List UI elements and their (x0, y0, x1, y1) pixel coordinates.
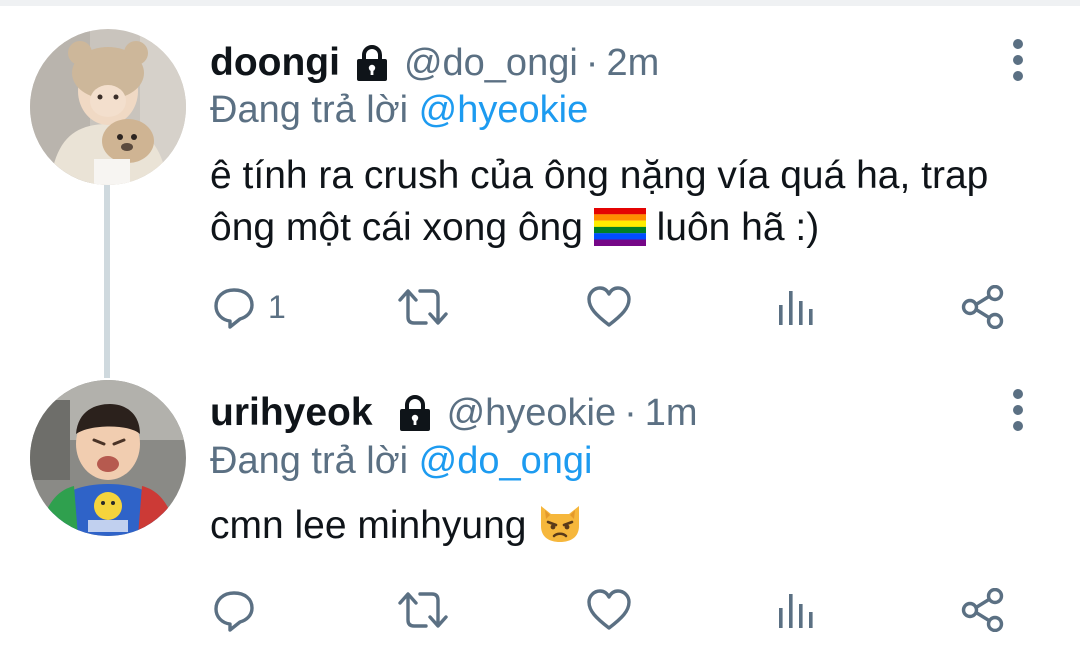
analytics-icon (776, 588, 816, 632)
replying-to: Đang trả lời @do_ongi (210, 440, 593, 483)
heart-icon (586, 588, 632, 632)
reply-bubble-icon (212, 285, 256, 329)
tweet-meta: @do_ongi · 2m (404, 42, 659, 85)
tweet-header: urihyeok @hyeokie · 1m (210, 383, 698, 443)
share-button[interactable] (960, 580, 1006, 640)
avatar[interactable] (30, 29, 186, 185)
replying-to-mention[interactable]: @hyeokie (419, 89, 589, 131)
more-vertical-icon[interactable] (1000, 38, 1036, 82)
replying-to-mention[interactable]: @do_ongi (419, 440, 593, 482)
tweet-thread: doongi @do_ongi · 2m Đang trả lời @hyeok… (0, 0, 1080, 651)
pouting-cat-face-icon (537, 500, 583, 558)
display-name[interactable]: doongi (210, 41, 340, 85)
display-name[interactable]: urihyeok (210, 391, 373, 435)
like-button[interactable] (586, 277, 632, 337)
share-button[interactable] (960, 277, 1006, 337)
separator: · (585, 41, 599, 84)
analytics-icon (776, 285, 816, 329)
tweet-text: ê tính ra crush của ông nặng vía quá ha,… (210, 150, 988, 260)
replying-to-label: Đang trả lời (210, 89, 409, 131)
replying-to-label: Đang trả lời (210, 440, 409, 482)
separator: · (624, 391, 637, 434)
tweet-text-line: ông một cái xong ông luôn hã :) (210, 202, 988, 260)
tweet-text: cmn lee minhyung (210, 500, 583, 558)
retweet-icon (398, 588, 448, 632)
reply-count: 1 (268, 288, 286, 325)
retweet-icon (398, 285, 448, 329)
reply-button[interactable]: 1 (212, 277, 286, 337)
tweet-text-line: cmn lee minhyung (210, 504, 527, 547)
analytics-button[interactable] (776, 580, 816, 640)
analytics-button[interactable] (776, 277, 816, 337)
retweet-button[interactable] (398, 277, 448, 337)
tweet-header: doongi @do_ongi · 2m (210, 33, 659, 93)
lock-icon (395, 393, 435, 433)
reply-button[interactable] (212, 580, 268, 640)
top-divider (0, 0, 1080, 6)
share-icon (960, 588, 1006, 632)
retweet-button[interactable] (398, 580, 448, 640)
lock-icon (352, 43, 392, 83)
handle[interactable]: @do_ongi (404, 42, 578, 84)
like-button[interactable] (586, 580, 632, 640)
timestamp[interactable]: 1m (645, 392, 698, 434)
tweet-actions (210, 580, 1010, 640)
replying-to: Đang trả lời @hyeokie (210, 89, 588, 132)
more-vertical-icon[interactable] (1000, 388, 1036, 432)
tweet-text-segment: ông một cái xong ông (210, 206, 583, 249)
timestamp[interactable]: 2m (606, 42, 659, 84)
tweet-text-segment: luôn hã :) (656, 206, 820, 249)
tweet-actions: 1 (210, 277, 1010, 337)
tweet-text-line: ê tính ra crush của ông nặng vía quá ha,… (210, 154, 989, 197)
share-icon (960, 285, 1006, 329)
handle[interactable]: @hyeokie (447, 392, 617, 434)
heart-icon (586, 285, 632, 329)
thread-connector-line (104, 185, 110, 378)
reply-bubble-icon (212, 588, 256, 632)
rainbow-flag-icon (593, 208, 646, 260)
avatar[interactable] (30, 380, 186, 536)
tweet-meta: @hyeokie · 1m (447, 392, 698, 435)
